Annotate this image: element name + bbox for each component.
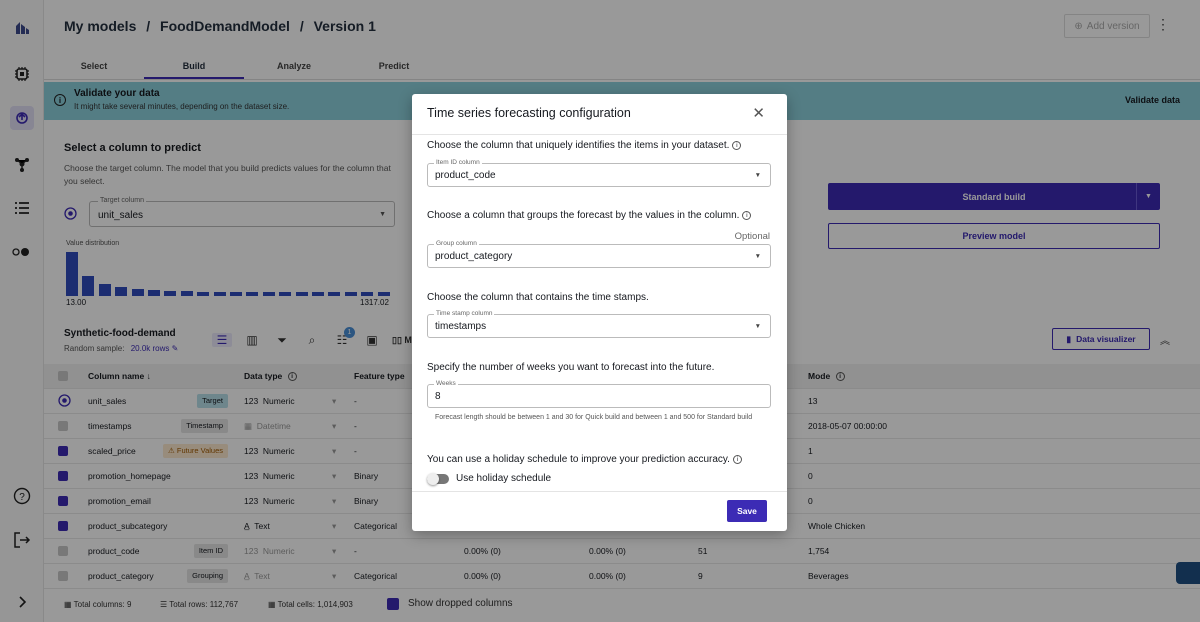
holiday-question: You can use a holiday schedule to improv… [427,454,742,465]
chevron-down-icon: ▼ [754,323,761,330]
time-question: Choose the column that contains the time… [427,292,649,303]
toggle-knob [427,473,439,485]
weeks-help-text: Forecast length should be between 1 and … [435,414,753,421]
item-question: Choose the column that uniquely identifi… [427,140,742,151]
group-column-select[interactable]: Group column product_category ▼ [427,240,771,268]
save-button[interactable]: Save [727,500,767,522]
chevron-down-icon: ▼ [754,172,761,179]
group-column-value: product_category [435,251,513,262]
close-icon[interactable]: ✕ [752,104,765,122]
item-id-select[interactable]: Item ID column product_code ▼ [427,159,771,187]
app: ? My models / FoodDemandModel / Version … [0,0,1200,622]
chevron-down-icon: ▼ [754,253,761,260]
info-icon: i [732,140,742,150]
holiday-toggle-label: Use holiday schedule [456,473,552,484]
holiday-toggle[interactable] [427,473,449,485]
optional-label: Optional [734,231,770,242]
group-column-label: Group column [434,240,479,247]
modal-title: Time series forecasting configuration [427,106,631,120]
weeks-question: Specify the number of weeks you want to … [427,362,715,373]
timestamp-column-select[interactable]: Time stamp column timestamps ▼ [427,310,771,338]
divider [412,491,787,492]
info-icon: i [742,210,752,220]
weeks-label: Weeks [434,380,458,387]
timestamp-column-label: Time stamp column [434,310,495,317]
item-id-label: Item ID column [434,159,482,166]
weeks-input[interactable]: Weeks 8 [427,380,771,408]
forecast-config-modal: Time series forecasting configuration ✕ … [412,94,787,531]
divider [412,134,787,135]
item-id-value: product_code [435,170,496,181]
group-question: Choose a column that groups the forecast… [427,210,752,221]
timestamp-column-value: timestamps [435,321,487,332]
weeks-value: 8 [435,391,441,402]
info-icon: i [732,454,742,464]
